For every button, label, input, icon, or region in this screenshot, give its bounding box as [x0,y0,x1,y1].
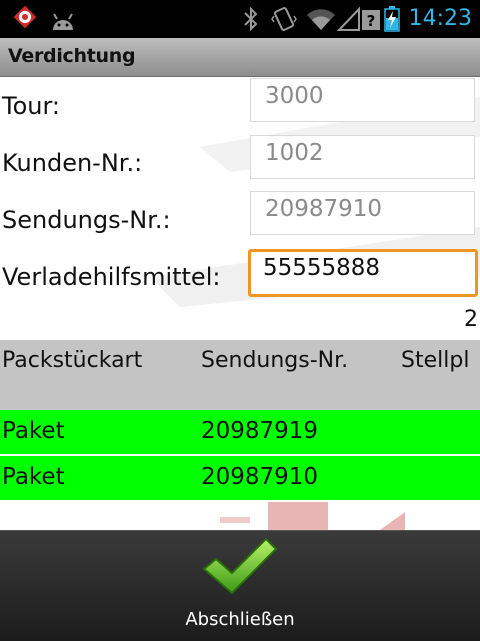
customer-number-field[interactable]: 1002 [250,135,475,179]
wifi-icon [307,9,335,31]
clock: 14:23 [408,6,472,31]
loading-aid-row: Verladehilfsmittel: 55555888 [0,247,480,303]
column-header-shipment-number: Sendungs-Nr. [201,348,349,373]
vibrate-icon [271,7,297,31]
signal-icon: ? [337,6,380,31]
tour-field[interactable]: 3000 [250,78,475,122]
customer-number-label: Kunden-Nr.: [2,149,143,177]
table-row[interactable]: Paket 20987910 [0,456,480,500]
bottom-action-bar: Abschließen [0,530,480,641]
column-header-package-type: Packstückart [2,348,143,373]
main-content: Tour: 3000 Kunden-Nr.: 1002 Sendungs-Nr.… [0,77,480,530]
shipment-number-cell: 20987910 [201,464,319,490]
svg-text:?: ? [367,12,376,30]
status-bar: ? 14:23 [0,0,480,38]
tour-label: Tour: [2,92,61,120]
app-alert-icon [13,5,37,29]
package-type-cell: Paket [2,464,65,490]
table-row[interactable]: Paket 20987919 [0,410,480,454]
finish-button-label: Abschließen [185,609,295,630]
page-title: Verdichtung [8,45,136,67]
shipment-number-cell: 20987919 [201,418,319,444]
column-header-storage-location: Stellpl [401,348,470,373]
title-bar: Verdichtung [0,38,480,77]
package-type-cell: Paket [2,418,65,444]
shipment-number-label: Sendungs-Nr.: [2,206,171,234]
battery-charging-icon [384,6,400,32]
item-count: 2 [464,307,478,332]
bluetooth-icon [244,6,258,32]
checkmark-icon [202,537,278,595]
table-header: Packstückart Sendungs-Nr. Stellpl [0,340,480,410]
shipment-row: Sendungs-Nr.: 20987910 [0,190,480,246]
shipment-number-field[interactable]: 20987910 [250,191,475,235]
finish-button[interactable]: Abschließen [160,531,320,641]
loading-aid-label: Verladehilfsmittel: [2,263,221,291]
tour-row: Tour: 3000 [0,77,480,133]
android-debug-icon [53,13,73,30]
customer-row: Kunden-Nr.: 1002 [0,134,480,190]
loading-aid-input[interactable]: 55555888 [248,249,478,297]
